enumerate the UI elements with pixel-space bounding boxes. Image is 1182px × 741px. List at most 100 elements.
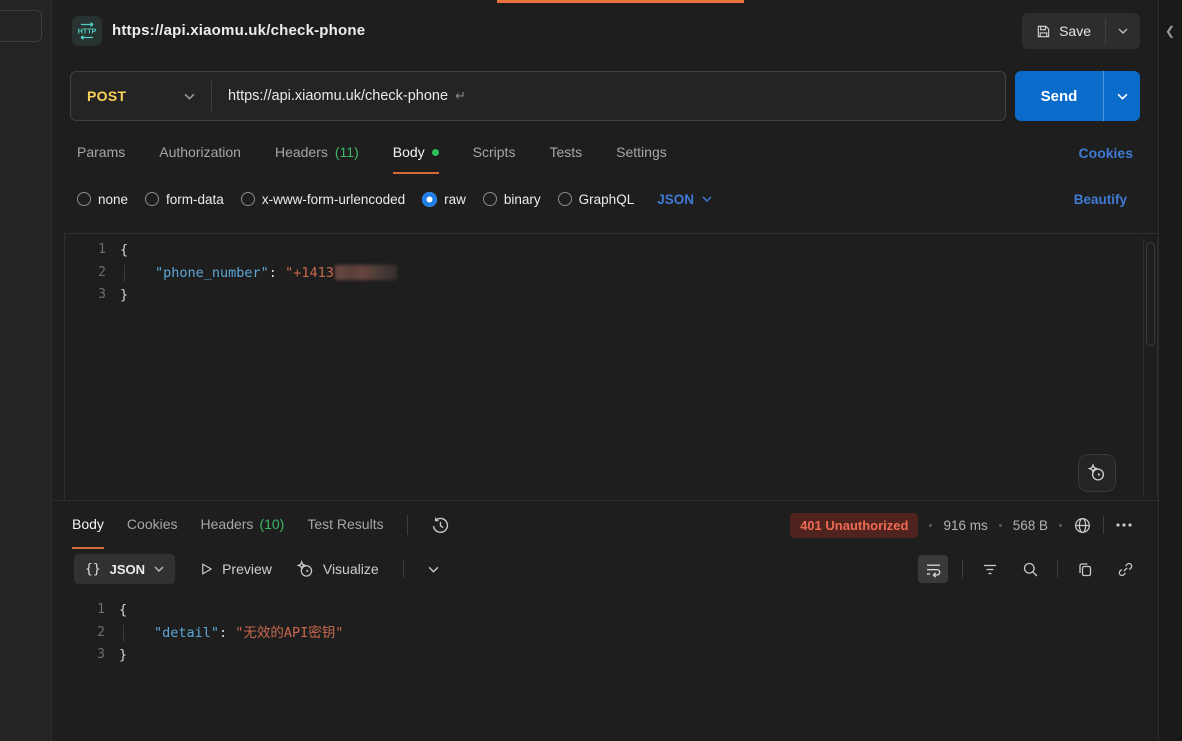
tab-authorization-label: Authorization — [159, 144, 241, 160]
main-panel: HTTP https://api.xiaomu.uk/check-phone S… — [52, 0, 1158, 741]
tab-body[interactable]: Body — [393, 132, 439, 174]
response-tab-body[interactable]: Body — [72, 501, 104, 549]
filter-button[interactable] — [977, 556, 1003, 582]
link-button[interactable] — [1112, 556, 1138, 582]
collapse-panel-arrow-icon[interactable]: ❮ — [1165, 24, 1175, 38]
send-split-button: Send — [1015, 71, 1140, 121]
sidebar-collapsed-tab[interactable] — [0, 10, 42, 42]
chevron-down-icon — [154, 566, 164, 572]
response-size: 568 B — [1013, 518, 1048, 533]
preview-label: Preview — [222, 561, 272, 577]
chevron-down-icon — [184, 93, 195, 100]
radio-form-data[interactable]: form-data — [145, 192, 224, 207]
tab-authorization[interactable]: Authorization — [159, 132, 241, 174]
cookies-link[interactable]: Cookies — [1079, 132, 1133, 174]
url-text: https://api.xiaomu.uk/check-phone — [228, 88, 448, 104]
svg-text:HTTP: HTTP — [78, 28, 97, 36]
line-number: 3 — [64, 644, 119, 667]
meta-separator-dot — [1059, 524, 1062, 527]
editor-scrollbar-thumb[interactable] — [1146, 242, 1155, 346]
code-text: { — [119, 599, 127, 622]
json-key: "phone_number" — [155, 265, 269, 281]
postbot-button[interactable] — [1078, 454, 1116, 492]
response-tab-headers-count: (10) — [259, 516, 284, 532]
save-options-button[interactable] — [1106, 13, 1140, 49]
response-tab-test-results[interactable]: Test Results — [307, 501, 383, 549]
json-separator: : — [269, 265, 285, 281]
url-bar: POST https://api.xiaomu.uk/check-phone ↵ — [70, 71, 1006, 121]
url-bar-divider — [211, 81, 212, 111]
code-line: 3 } — [64, 644, 1158, 667]
app-window: HTTP https://api.xiaomu.uk/check-phone S… — [0, 0, 1182, 741]
line-number: 1 — [65, 239, 120, 262]
code-text: { — [120, 239, 128, 262]
radio-none[interactable]: none — [77, 192, 128, 207]
meta-separator-dot — [929, 524, 932, 527]
beautify-link[interactable]: Beautify — [1074, 192, 1127, 207]
method-selector[interactable]: POST — [71, 72, 211, 120]
toolbar-divider — [962, 560, 963, 578]
response-tab-headers[interactable]: Headers (10) — [201, 501, 285, 549]
meta-divider — [1103, 516, 1104, 534]
response-more-actions-button[interactable] — [1115, 522, 1133, 528]
radio-raw[interactable]: raw — [422, 192, 466, 207]
response-body-viewer[interactable]: 1 { 2 "detail": "无效的API密钥" 3 } — [64, 592, 1158, 667]
send-button[interactable]: Send — [1015, 71, 1103, 121]
visualize-label: Visualize — [323, 561, 379, 577]
tab-headers[interactable]: Headers (11) — [275, 132, 359, 174]
request-body-editor[interactable]: 1 { 2 "phone_number": "+1413 3 } — [64, 233, 1158, 500]
redacted-phone-number — [335, 265, 397, 280]
body-modified-dot — [432, 149, 439, 156]
tab-params[interactable]: Params — [77, 132, 125, 174]
response-tabs-divider — [407, 515, 408, 535]
response-panel: Body Cookies Headers (10) Test Results — [52, 500, 1158, 741]
response-tabs: Body Cookies Headers (10) Test Results — [52, 501, 1158, 549]
toolbar-divider — [403, 560, 404, 578]
radio-urlencoded-label: x-www-form-urlencoded — [262, 192, 405, 207]
request-header: HTTP https://api.xiaomu.uk/check-phone S… — [52, 0, 1158, 62]
url-input[interactable]: https://api.xiaomu.uk/check-phone ↵ — [228, 88, 466, 104]
search-button[interactable] — [1017, 556, 1043, 582]
radio-x-www-form-urlencoded[interactable]: x-www-form-urlencoded — [241, 192, 405, 207]
tab-tests[interactable]: Tests — [549, 132, 582, 174]
method-label: POST — [87, 88, 126, 104]
radio-binary-label: binary — [504, 192, 541, 207]
tab-settings-label: Settings — [616, 144, 667, 160]
editor-scrollbar-track[interactable] — [1143, 239, 1158, 496]
json-separator: : — [219, 625, 235, 641]
radio-binary[interactable]: binary — [483, 192, 541, 207]
meta-separator-dot — [999, 524, 1002, 527]
tab-headers-label: Headers — [275, 144, 328, 160]
preview-button[interactable]: Preview — [199, 561, 272, 577]
response-tab-cookies[interactable]: Cookies — [127, 501, 178, 549]
format-dropdown[interactable]: JSON — [657, 192, 712, 207]
indent-guide — [123, 625, 124, 642]
visualize-button[interactable]: Visualize — [296, 560, 379, 579]
code-line: 3 } — [65, 284, 1158, 307]
response-history-button[interactable] — [431, 501, 450, 549]
radio-graphql[interactable]: GraphQL — [558, 192, 635, 207]
line-number: 3 — [65, 284, 120, 307]
request-title: https://api.xiaomu.uk/check-phone — [112, 22, 365, 39]
line-number: 2 — [65, 262, 120, 285]
copy-button[interactable] — [1072, 556, 1098, 582]
tab-scripts-label: Scripts — [473, 144, 516, 160]
tab-params-label: Params — [77, 144, 125, 160]
response-tab-cookies-label: Cookies — [127, 516, 178, 532]
tab-scripts[interactable]: Scripts — [473, 132, 516, 174]
response-format-dropdown[interactable]: {} JSON — [74, 554, 175, 584]
indent-guide — [124, 265, 125, 282]
tab-settings[interactable]: Settings — [616, 132, 667, 174]
search-icon — [1022, 561, 1039, 578]
copy-icon — [1077, 561, 1093, 577]
send-options-button[interactable] — [1104, 71, 1140, 121]
response-right-tools — [918, 549, 1138, 589]
response-tab-test-results-label: Test Results — [307, 516, 383, 532]
save-button[interactable]: Save — [1022, 13, 1105, 49]
code-line: 1 { — [65, 239, 1158, 262]
wrap-text-button[interactable] — [918, 555, 948, 583]
network-info-button[interactable] — [1073, 516, 1092, 535]
visualize-options-button[interactable] — [428, 566, 439, 573]
save-icon — [1036, 24, 1051, 39]
link-icon — [1117, 561, 1134, 578]
